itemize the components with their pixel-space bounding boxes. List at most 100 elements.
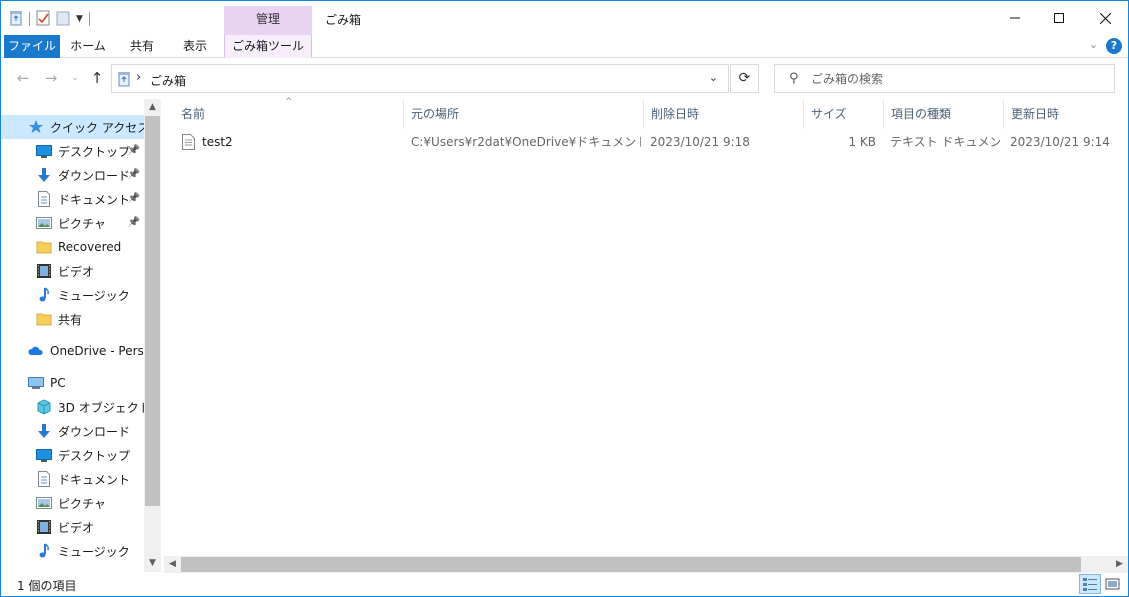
sidebar-item-label: ダウンロード bbox=[58, 424, 131, 439]
sidebar-item-1[interactable]: デスクトップ 📌 bbox=[1, 139, 144, 163]
search-input[interactable] bbox=[811, 69, 1101, 89]
properties-icon[interactable] bbox=[36, 10, 50, 29]
file-original-location: C:¥Users¥r2dat¥OneDrive¥ドキュメント bbox=[411, 135, 641, 149]
status-bar: 1 個の項目 bbox=[1, 573, 1128, 596]
sidebar-item-6[interactable]: ビデオ bbox=[1, 259, 144, 283]
customize-qat-chevron-icon[interactable]: ▼ bbox=[76, 14, 83, 24]
sidebar-item-12[interactable]: ダウンロード bbox=[1, 419, 144, 443]
sidebar-item-label: ミュージック bbox=[58, 288, 130, 303]
file-name: test2 bbox=[202, 135, 233, 149]
filelist-horizontal-scrollbar[interactable]: ◀ ▶ bbox=[164, 556, 1128, 573]
sidebar-item-2[interactable]: ダウンロード 📌 bbox=[1, 163, 144, 187]
table-row[interactable]: test2 C:¥Users¥r2dat¥OneDrive¥ドキュメント 202… bbox=[164, 131, 1128, 153]
document-icon bbox=[36, 191, 52, 207]
sidebar-item-label: ドキュメント bbox=[58, 472, 131, 487]
breadcrumb[interactable]: ごみ箱 bbox=[150, 72, 186, 89]
sidebar-item-label: ダウンロード bbox=[58, 168, 131, 183]
column-header-type[interactable]: 項目の種類 bbox=[884, 99, 1004, 129]
scroll-up-arrow-icon[interactable]: ▲ bbox=[144, 99, 161, 116]
ribbon-tabs: ファイル ホーム 共有 表示 ごみ箱ツール ⌄ ? bbox=[1, 35, 1128, 58]
column-header-original[interactable]: 元の場所 bbox=[404, 99, 644, 129]
refresh-button[interactable]: ⟳ bbox=[730, 64, 759, 93]
sidebar-item-label: 共有 bbox=[58, 312, 83, 327]
breadcrumb-chevron-icon[interactable]: › bbox=[136, 70, 141, 85]
address-bar[interactable]: › ごみ箱 ⌄ bbox=[111, 64, 729, 93]
sidebar-item-label: ビデオ bbox=[58, 520, 95, 535]
tab-view[interactable]: 表示 bbox=[172, 35, 218, 58]
details-view-icon bbox=[1083, 578, 1097, 591]
expand-ribbon-chevron-icon[interactable]: ⌄ bbox=[1089, 38, 1098, 51]
sidebar-item-16[interactable]: ビデオ bbox=[1, 515, 144, 539]
sidebar-item-14[interactable]: ドキュメント bbox=[1, 467, 144, 491]
scroll-down-arrow-icon[interactable]: ▼ bbox=[144, 555, 161, 572]
sidebar-item-label: ドキュメント bbox=[58, 192, 131, 207]
navpane-scroll-thumb[interactable] bbox=[145, 116, 160, 506]
sidebar-item-label: クイック アクセス bbox=[50, 120, 144, 135]
text-file-icon bbox=[182, 134, 195, 153]
forward-button[interactable]: → bbox=[41, 68, 61, 88]
help-icon[interactable]: ? bbox=[1106, 38, 1122, 54]
sidebar-item-8[interactable]: 共有 bbox=[1, 307, 144, 331]
sidebar-item-13[interactable]: デスクトップ bbox=[1, 443, 144, 467]
large-icons-view-button[interactable] bbox=[1102, 574, 1124, 594]
column-header-size[interactable]: サイズ bbox=[804, 99, 884, 129]
navpane-scrollbar[interactable]: ▲ ▼ bbox=[144, 99, 161, 572]
column-header-deleted[interactable]: 削除日時 bbox=[644, 99, 804, 129]
sidebar-item-11[interactable]: 3D オブジェクト bbox=[1, 395, 144, 419]
navigation-bar: ← → ⌄ ↑ › ごみ箱 ⌄ ⟳ ⚲ bbox=[1, 59, 1128, 97]
sidebar-item-label: 3D オブジェクト bbox=[58, 400, 144, 415]
sidebar-item-17[interactable]: ミュージック bbox=[1, 539, 144, 563]
sidebar-item-9[interactable]: OneDrive - Personal bbox=[1, 339, 144, 363]
pc-icon bbox=[28, 375, 44, 391]
tab-home[interactable]: ホーム bbox=[64, 35, 112, 58]
desktop-icon bbox=[36, 143, 52, 159]
pin-icon: 📌 bbox=[127, 169, 140, 180]
address-dropdown-chevron-icon[interactable]: ⌄ bbox=[709, 71, 718, 84]
title-bar: ▼ 管理 ごみ箱 bbox=[1, 1, 1128, 35]
new-folder-icon[interactable] bbox=[56, 10, 70, 29]
recent-locations-chevron-icon[interactable]: ⌄ bbox=[65, 68, 85, 88]
tab-share[interactable]: 共有 bbox=[119, 35, 165, 58]
sidebar-item-10[interactable]: PC bbox=[1, 371, 144, 395]
sidebar-item-label: ミュージック bbox=[58, 544, 130, 559]
tab-file[interactable]: ファイル bbox=[4, 35, 60, 58]
details-view-button[interactable] bbox=[1079, 574, 1101, 594]
folder-icon bbox=[36, 311, 52, 327]
scroll-right-arrow-icon[interactable]: ▶ bbox=[1111, 556, 1128, 573]
search-box[interactable]: ⚲ bbox=[774, 64, 1115, 93]
sort-ascending-icon: ^ bbox=[285, 97, 293, 107]
sidebar-item-5[interactable]: Recovered bbox=[1, 235, 144, 259]
scroll-left-arrow-icon[interactable]: ◀ bbox=[164, 556, 181, 573]
pin-icon: 📌 bbox=[127, 145, 140, 156]
item-count: 1 個の項目 bbox=[17, 579, 77, 593]
pictures-icon bbox=[36, 215, 52, 231]
file-size: 1 KB bbox=[848, 135, 876, 149]
star-icon bbox=[28, 119, 44, 135]
explorer-window: ▼ 管理 ごみ箱 ファイル ホーム 共有 表示 ごみ箱ツール ⌄ ? ← → ⌄… bbox=[0, 0, 1129, 597]
sidebar-item-7[interactable]: ミュージック bbox=[1, 283, 144, 307]
music-icon bbox=[36, 287, 52, 303]
music-icon bbox=[36, 543, 52, 559]
sidebar-item-0[interactable]: クイック アクセス bbox=[1, 115, 144, 139]
back-button[interactable]: ← bbox=[13, 68, 33, 88]
sidebar-item-label: デスクトップ bbox=[58, 448, 131, 463]
search-icon: ⚲ bbox=[789, 71, 799, 86]
video-icon bbox=[36, 519, 52, 535]
pictures-icon bbox=[36, 495, 52, 511]
up-button[interactable]: ↑ bbox=[87, 68, 107, 88]
recycle-bin-icon bbox=[117, 71, 131, 90]
filelist-scroll-thumb[interactable] bbox=[181, 557, 1081, 572]
large-icons-view-icon bbox=[1105, 578, 1120, 590]
quick-access-toolbar: ▼ bbox=[9, 9, 90, 29]
minimize-button[interactable] bbox=[992, 1, 1038, 35]
column-header-modified[interactable]: 更新日時 bbox=[1004, 99, 1128, 129]
tab-recyclebin-tools[interactable]: ごみ箱ツール bbox=[224, 35, 312, 58]
close-button[interactable] bbox=[1082, 1, 1128, 35]
maximize-button[interactable] bbox=[1036, 1, 1082, 35]
sidebar-item-4[interactable]: ピクチャ 📌 bbox=[1, 211, 144, 235]
sidebar-item-15[interactable]: ピクチャ bbox=[1, 491, 144, 515]
sidebar-item-3[interactable]: ドキュメント 📌 bbox=[1, 187, 144, 211]
sidebar-item-label: デスクトップ bbox=[58, 144, 131, 159]
file-list: 名前 ^ 元の場所 削除日時 サイズ 項目の種類 更新日時 test2 C:¥U… bbox=[164, 97, 1128, 556]
file-modified-date: 2023/10/21 9:14 bbox=[1010, 135, 1110, 149]
